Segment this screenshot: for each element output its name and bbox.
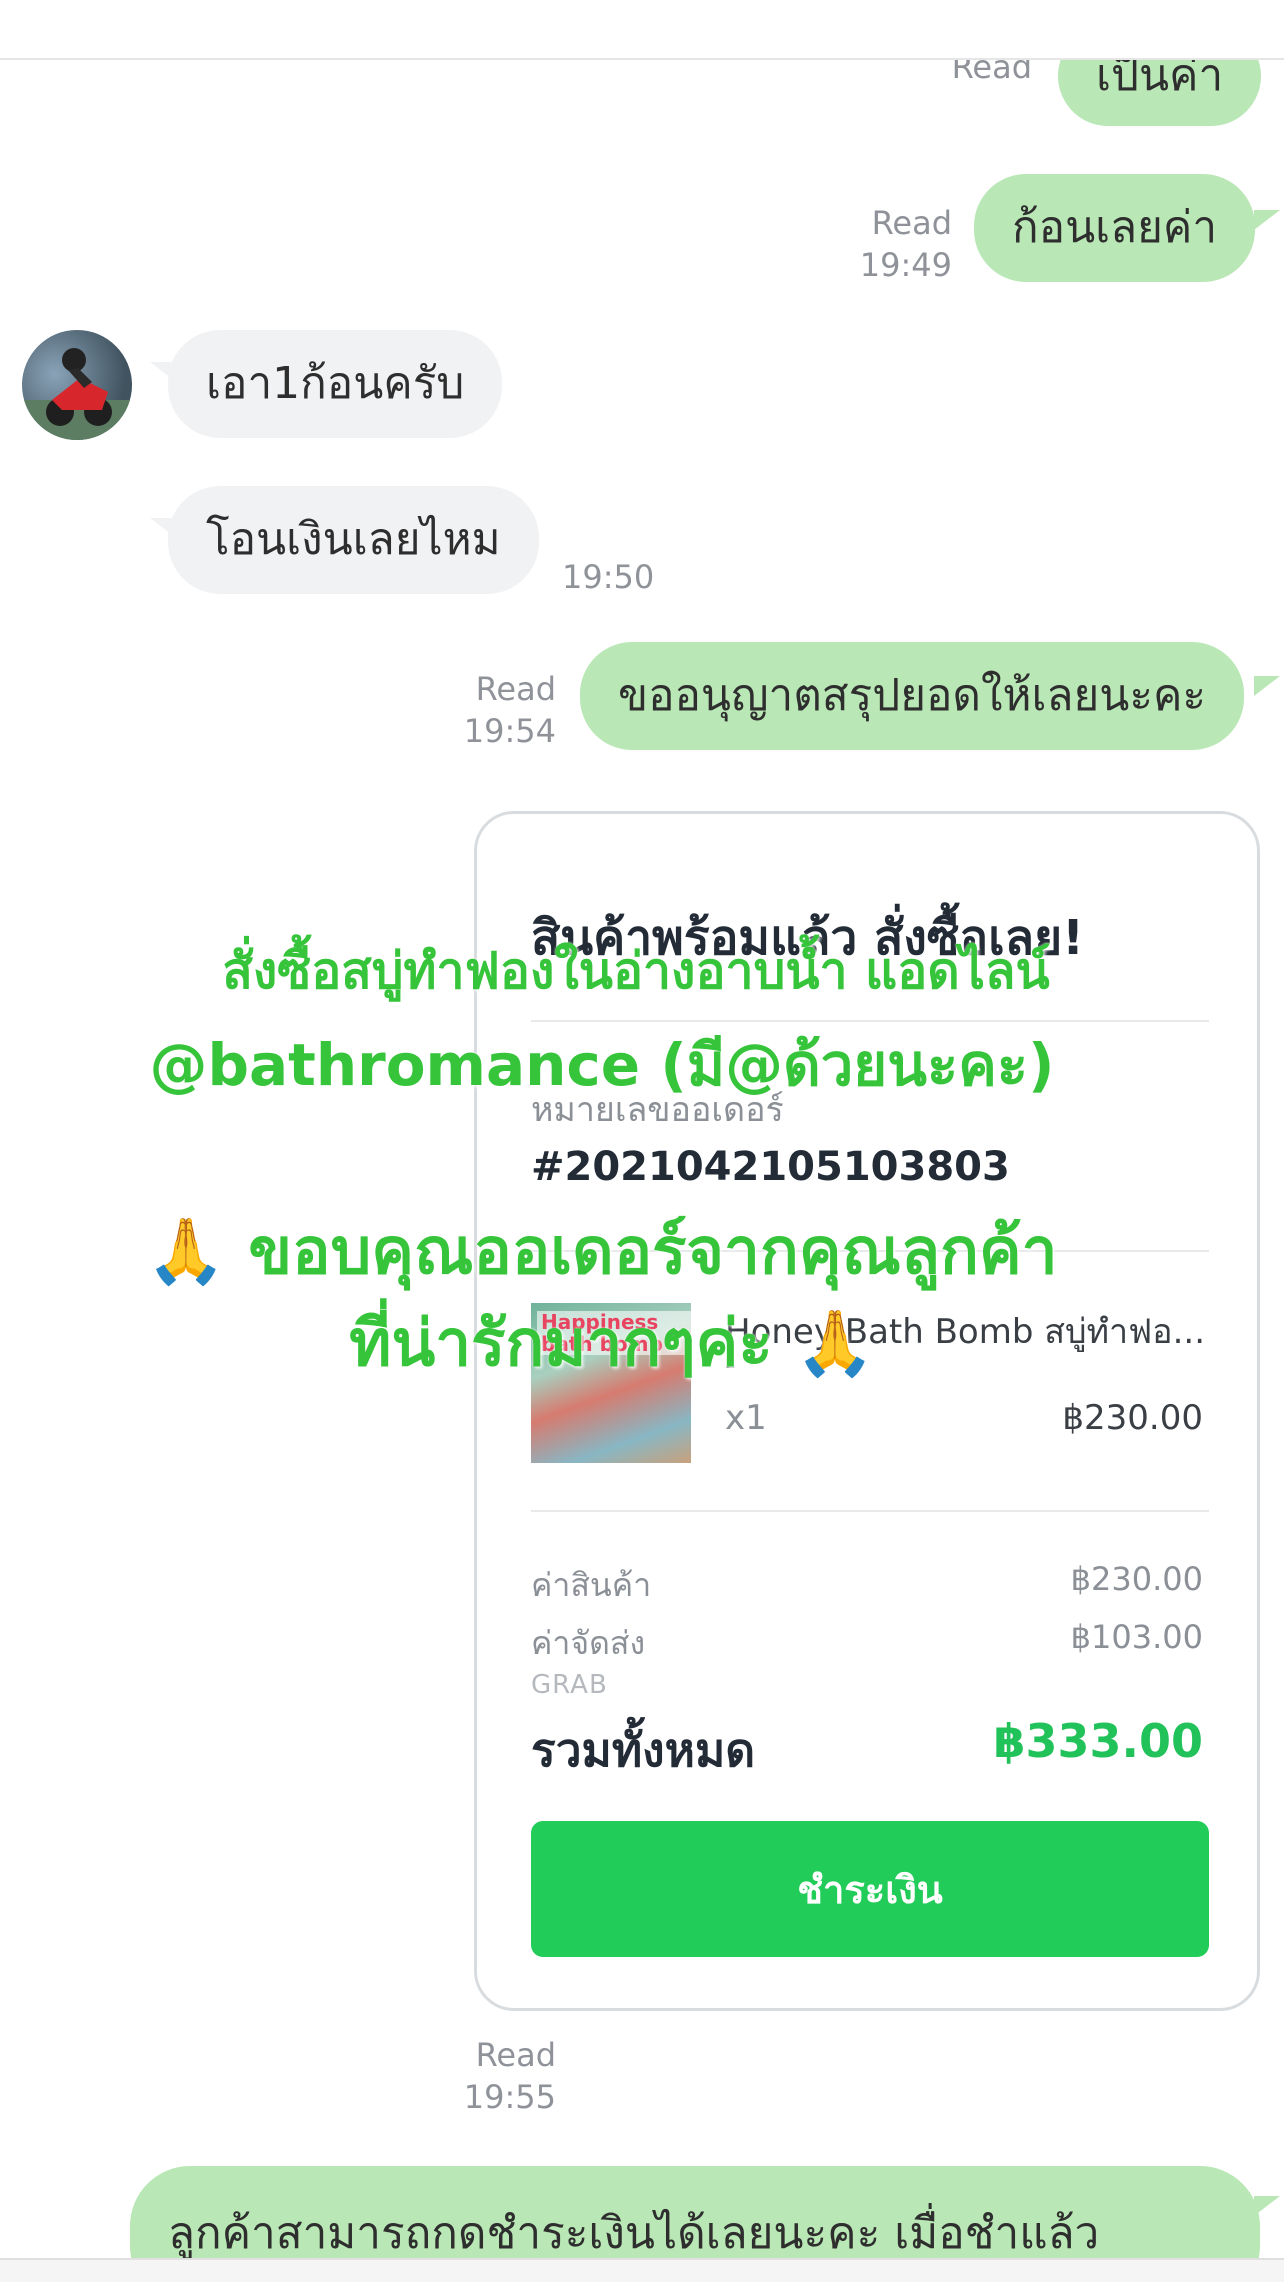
bubble-tail (1254, 2196, 1280, 2216)
total-label: รวมทั้งหมด (531, 1723, 756, 1777)
promo-text: สั่งซื้อสบู่ทำฟองในอ่างอาบน้ำ แอดไลน์ (222, 942, 1050, 1000)
bubble-tail (150, 362, 176, 382)
message-bubble-sent[interactable]: ขออนุญาตสรุปยอดให้เลยนะคะ (580, 642, 1245, 750)
message-time: 19:55 (463, 2078, 556, 2116)
product-quantity: x1 (725, 1398, 767, 1438)
message-meta: Read 19:55 (444, 2034, 556, 2118)
total-value: ฿333.00 (993, 1714, 1203, 1768)
bubble-tail (150, 518, 176, 538)
divider (531, 1510, 1209, 1512)
message-bubble-received[interactable]: โอนเงินเลยไหม (168, 486, 539, 594)
read-status: Read (475, 2036, 556, 2074)
message-text: ขออนุญาตสรุปยอดให้เลยนะคะ (618, 670, 1207, 721)
message-time: 19:49 (859, 246, 952, 284)
read-status: Read (871, 204, 952, 242)
message-text: เอา1ก้อนครับ (206, 358, 465, 409)
message-text: ลูกค้าสามารถกดชำระเงินได้เลยนะคะ เมื่อชำ… (168, 2208, 1100, 2259)
message-text: เป็นค่า (1096, 50, 1224, 101)
read-status: Read (475, 670, 556, 708)
bottom-bar (0, 2258, 1284, 2282)
message-text: ก้อนเลยค่า (1012, 202, 1218, 253)
message-time-text: 19:50 (562, 558, 655, 596)
folded-hands-icon: 🙏 (795, 1307, 875, 1381)
promo-text: @bathromance (มี@ด้วยนะคะ) (149, 1031, 1055, 1099)
message-meta: Read 19:49 (840, 202, 952, 286)
promo-text: ขอบคุณออเดอร์จากคุณลูกค้า (248, 1215, 1058, 1289)
shipping-method: GRAB (531, 1670, 608, 1700)
message-meta: Read 19:54 (444, 668, 556, 752)
subtotal-label: ค่าสินค้า (531, 1566, 652, 1604)
promo-text: ที่น่ารักมากๆค่ะ (349, 1307, 773, 1381)
promo-overlay-line1: สั่งซื้อสบู่ทำฟองในอ่างอาบน้ำ แอดไลน์ (0, 932, 1278, 1011)
motorbike-rider-avatar-icon (22, 348, 132, 440)
message-time: 19:54 (463, 712, 556, 750)
bubble-tail (1254, 210, 1280, 230)
promo-overlay-line2: @bathromance (มี@ด้วยนะคะ) (0, 1018, 1244, 1111)
message-bubble-received[interactable]: เอา1ก้อนครับ (168, 330, 503, 438)
message-text: โอนเงินเลยไหม (206, 514, 501, 565)
promo-overlay-line4: ที่น่ารักมากๆค่ะ 🙏 (0, 1292, 1254, 1394)
shipping-label: ค่าจัดส่ง (531, 1624, 646, 1662)
bubble-tail (1254, 676, 1280, 696)
top-bar (0, 0, 1284, 60)
folded-hands-icon: 🙏 (146, 1215, 227, 1289)
message-time: 19:50 (562, 556, 654, 598)
promo-overlay-line3: 🙏 ขอบคุณออเดอร์จากคุณลูกค้า (0, 1200, 1244, 1302)
pay-button[interactable]: ชำระเงิน (531, 1821, 1209, 1957)
product-price: ฿230.00 (1062, 1398, 1203, 1438)
shipping-value: ฿103.00 (1070, 1618, 1203, 1656)
order-number: #2021042105103803 (531, 1144, 1010, 1190)
avatar[interactable] (22, 330, 132, 440)
subtotal-value: ฿230.00 (1070, 1560, 1203, 1598)
message-bubble-sent[interactable]: ก้อนเลยค่า (974, 174, 1256, 282)
